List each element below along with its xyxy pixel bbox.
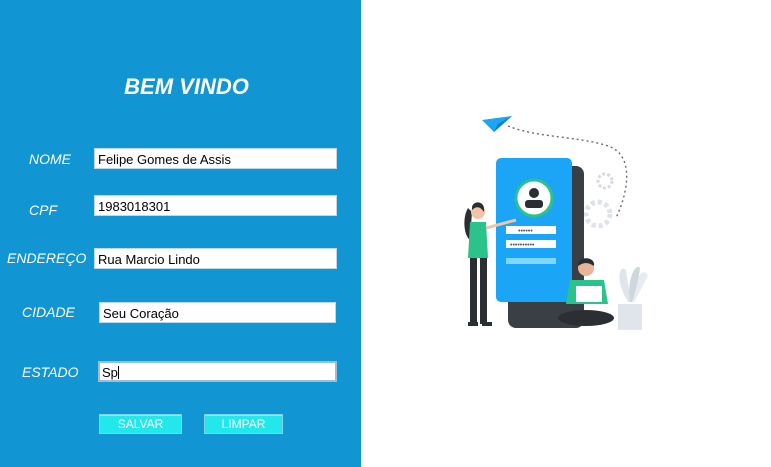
nome-field[interactable]: Felipe Gomes de Assis xyxy=(94,148,337,169)
save-button[interactable]: SALVAR xyxy=(99,414,182,434)
cpf-label: CPF xyxy=(29,202,57,218)
estado-field[interactable]: Sp xyxy=(98,361,337,382)
login-bar xyxy=(506,258,556,264)
text-cursor xyxy=(117,366,119,379)
cidade-field[interactable]: Seu Coração xyxy=(99,302,336,323)
nome-label: NOME xyxy=(29,151,71,167)
svg-text:••••••••••: •••••••••• xyxy=(510,242,535,249)
page-title: BEM VINDO xyxy=(124,74,249,99)
endereco-field[interactable]: Rua Marcio Lindo xyxy=(94,248,337,269)
login-illustration: •••••• •••••••••• xyxy=(464,116,648,330)
form-panel: BEM VINDO NOME Felipe Gomes de Assis CPF… xyxy=(0,0,361,467)
user-profile-icon xyxy=(514,178,554,218)
gear-icon xyxy=(583,172,614,229)
clear-button[interactable]: LIMPAR xyxy=(204,414,283,434)
plant-icon xyxy=(618,266,648,330)
paper-plane-icon xyxy=(482,116,512,132)
cpf-field[interactable]: 1983018301 xyxy=(94,195,337,216)
cidade-label: CIDADE xyxy=(22,304,75,320)
endereco-label: ENDEREÇO xyxy=(7,250,87,266)
estado-label: ESTADO xyxy=(22,364,79,380)
estado-value: Sp xyxy=(102,365,118,380)
svg-text:••••••: •••••• xyxy=(518,228,533,235)
